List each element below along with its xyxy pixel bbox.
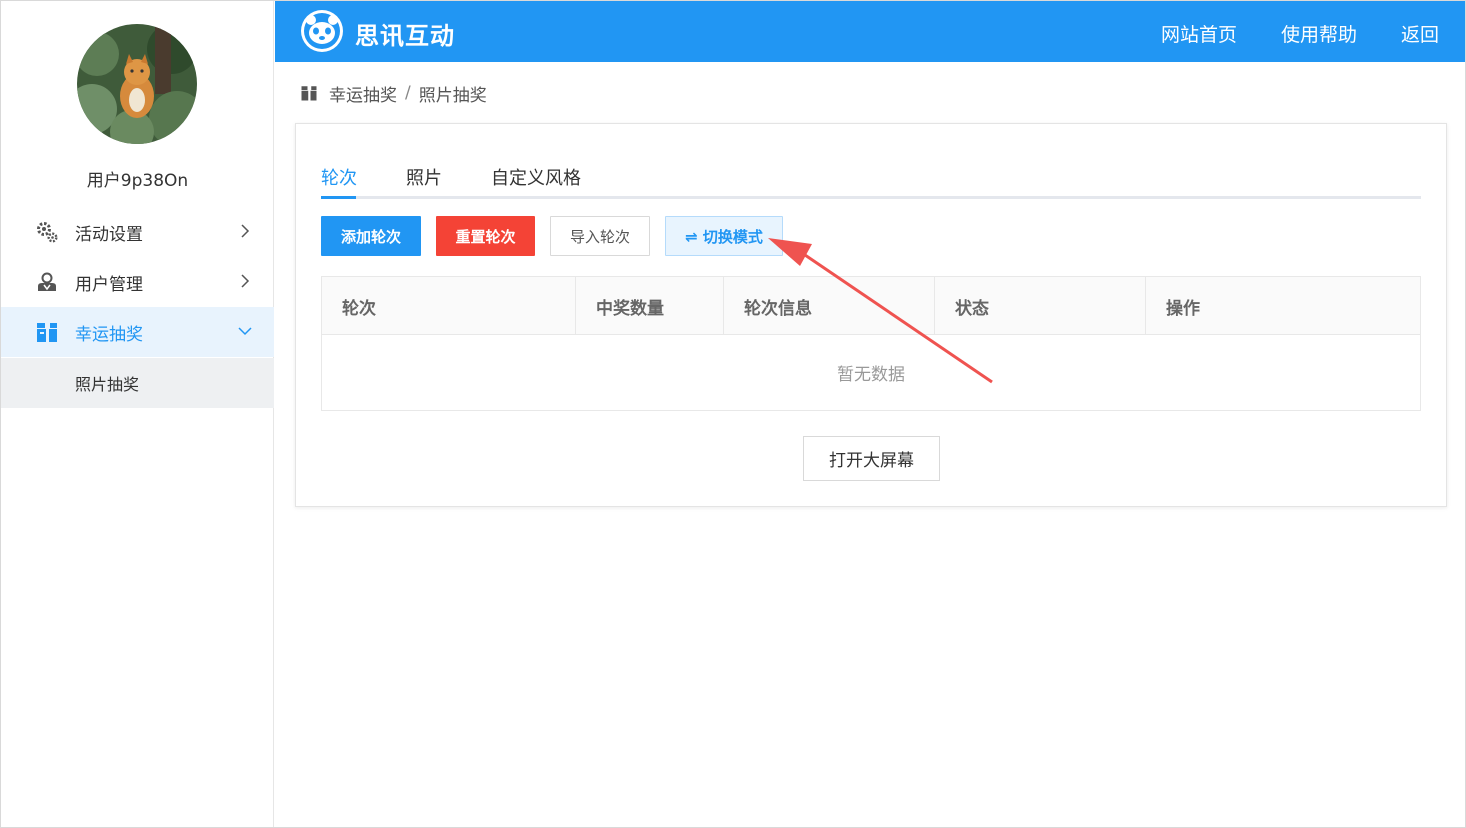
nav-help-link[interactable]: 使用帮助 [1281,20,1357,47]
breadcrumb-item-current: 照片抽奖 [418,85,487,106]
panda-logo-icon [301,10,343,52]
active-tab-indicator [321,196,356,199]
sidebar-item-label: 幸运抽奖 [75,324,143,345]
chevron-right-icon [241,224,250,238]
header-bar: 思讯互动 网站首页 使用帮助 返回 [275,1,1465,62]
chevron-right-icon [241,274,250,288]
gift-icon [301,86,317,101]
tab-rounds[interactable]: 轮次 [321,164,357,190]
sidebar-item-label: 用户管理 [75,274,143,295]
user-icon [38,272,56,291]
empty-state-text: 暂无数据 [837,365,905,385]
column-header-winner-count: 中奖数量 [576,277,724,335]
rounds-table: 轮次 中奖数量 轮次信息 状态 操作 暂无数据 [321,276,1421,411]
sidebar-item-lucky-draw[interactable]: 幸运抽奖 [1,307,274,357]
sidebar-item-user-management[interactable]: 用户管理 [1,257,274,307]
sidebar: 用户9p38On 活动设置 用户管理 幸运抽奖 照片抽奖 [1,1,274,827]
nav-home-link[interactable]: 网站首页 [1161,20,1237,47]
column-header-round-info: 轮次信息 [724,277,935,335]
breadcrumb: 幸运抽奖 / 照片抽奖 [300,81,487,106]
sidebar-item-activity-settings[interactable]: 活动设置 [1,207,274,257]
breadcrumb-item[interactable]: 幸运抽奖 [329,81,397,106]
gears-icon [37,222,58,243]
username: 用户9p38On [86,171,189,191]
column-header-actions: 操作 [1166,298,1200,319]
chevron-down-icon [238,327,252,336]
tab-custom-style[interactable]: 自定义风格 [491,164,581,190]
sidebar-subitem-label: 照片抽奖 [75,375,140,394]
column-header-round: 轮次 [322,277,576,335]
sidebar-item-label: 活动设置 [75,224,143,245]
open-big-screen-button[interactable]: 打开大屏幕 [803,436,940,481]
gift-icon [37,323,57,342]
tabs-divider [321,196,1421,199]
sidebar-subitem-photo-draw[interactable]: 照片抽奖 [1,358,274,408]
reset-round-button[interactable]: 重置轮次 [436,216,535,256]
nav-back-link[interactable]: 返回 [1401,20,1439,47]
breadcrumb-separator: / [405,83,411,103]
table-header: 轮次 中奖数量 轮次信息 状态 操作 [322,277,1420,335]
avatar[interactable] [77,24,197,144]
brand-name: 思讯互动 [355,22,455,50]
column-header-status: 状态 [935,277,1146,335]
switch-mode-button[interactable]: ⇌ 切换模式 [665,216,783,256]
main-card: 轮次 照片 自定义风格 添加轮次 重置轮次 导入轮次 ⇌ 切换模式 轮次 中奖数… [295,123,1447,507]
add-round-button[interactable]: 添加轮次 [321,216,421,256]
tab-photos[interactable]: 照片 [406,164,442,190]
import-round-button[interactable]: 导入轮次 [550,216,650,256]
